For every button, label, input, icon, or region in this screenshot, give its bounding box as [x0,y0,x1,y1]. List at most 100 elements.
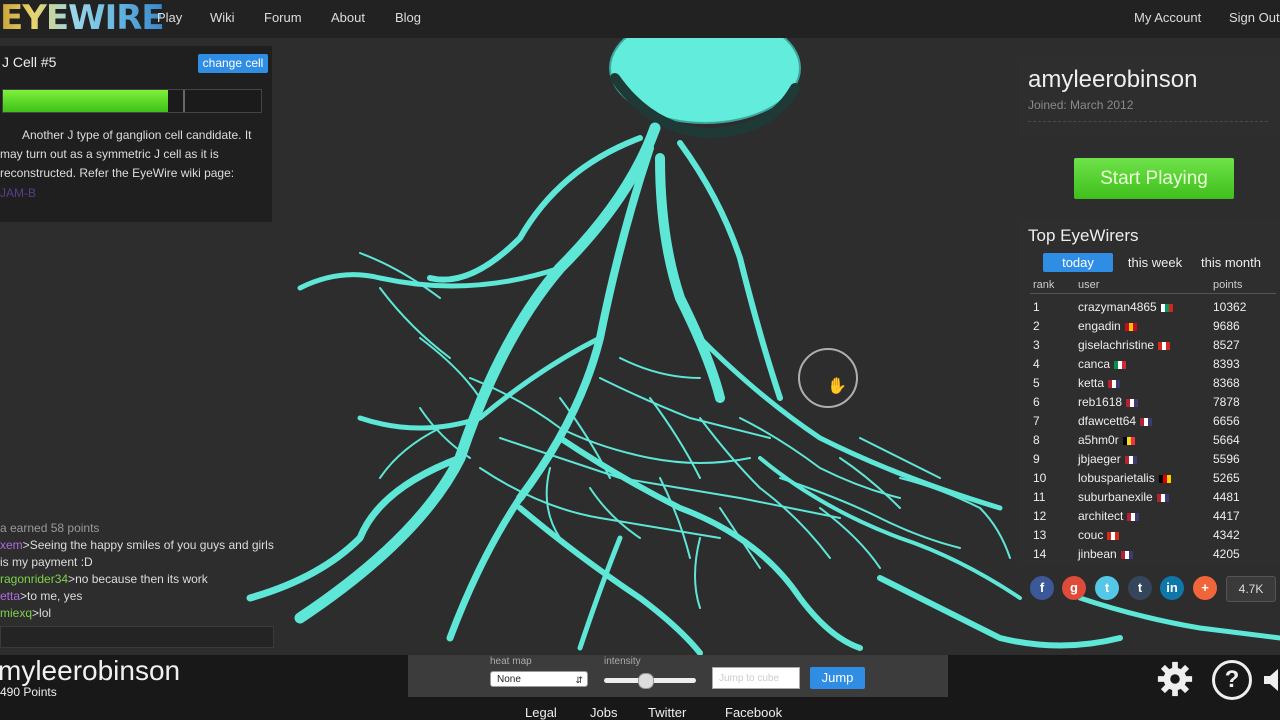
sign-out-link[interactable]: Sign Out [1229,10,1280,25]
row-rank: 6 [1033,395,1040,409]
row-rank: 14 [1033,547,1047,561]
leaderboard-row: 3 giselachristine 8527 [1018,338,1280,357]
chat-username[interactable]: xem [0,538,23,552]
chat-input[interactable] [0,626,274,648]
row-user[interactable]: a5hm0r [1078,433,1135,447]
row-user[interactable]: reb1618 [1078,395,1139,409]
chat-text: to me, yes [27,589,83,603]
header-points: points [1213,279,1243,291]
heatmap-select[interactable]: None ⇵ [490,671,588,687]
row-user[interactable]: dfawcett64 [1078,414,1153,428]
intensity-label: intensity [604,656,641,667]
nav-about[interactable]: About [331,10,365,25]
tab-this-month[interactable]: this month [1196,253,1266,272]
flag-icon [1120,550,1133,559]
row-user[interactable]: engadin [1078,319,1137,333]
row-user[interactable]: canca [1078,357,1127,371]
tab-this-week[interactable]: this week [1120,253,1190,272]
facebook-icon[interactable]: f [1030,576,1054,600]
row-rank: 11 [1033,490,1046,504]
leaderboard-row: 4 canca 8393 [1018,357,1280,376]
heatmap-label: heat map [490,656,532,667]
more-share-icon[interactable]: + [1193,576,1217,600]
row-points: 8393 [1213,357,1240,371]
row-rank: 10 [1033,471,1047,485]
profile-username[interactable]: amyleerobinson [1028,66,1197,94]
footer-facebook[interactable]: Facebook [725,705,782,720]
row-points: 10362 [1213,300,1247,314]
header-rank: rank [1033,279,1055,291]
eyewire-logo[interactable]: EYEWIRE [0,0,165,38]
my-account-link[interactable]: My Account [1134,10,1201,25]
leaderboard-row: 14 jinbean 4205 [1018,547,1280,566]
leaderboard-row: 9 jbjaeger 5596 [1018,452,1280,471]
row-points: 9686 [1213,319,1240,333]
nav-blog[interactable]: Blog [395,10,421,25]
chat-username[interactable]: miexq [0,606,32,620]
row-user[interactable]: lobusparietalis [1078,471,1171,485]
row-user[interactable]: crazyman4865 [1078,300,1173,314]
footer-jobs[interactable]: Jobs [590,705,617,720]
nav-forum[interactable]: Forum [264,10,302,25]
flag-icon [1160,303,1173,312]
user-profile-panel: amyleerobinson Joined: March 2012 [1018,58,1280,138]
cell-description: Another J type of ganglion cell candidat… [0,128,252,180]
leaderboard: Top EyeWirers today this week this month… [1018,220,1280,565]
flag-icon [1108,379,1121,388]
footer-twitter[interactable]: Twitter [648,705,686,720]
gear-icon[interactable] [1156,660,1194,698]
row-user[interactable]: suburbanexile [1078,490,1169,504]
chat-username[interactable]: ragonrider34 [0,572,68,586]
row-points: 5265 [1213,471,1240,485]
jump-to-cube-input[interactable]: Jump to cube [712,667,800,689]
help-icon[interactable]: ? [1212,660,1252,700]
chat-message: xem>Seeing the happy smiles of you guys … [0,538,274,569]
intensity-slider[interactable] [604,673,696,689]
row-points: 8368 [1213,376,1240,390]
row-points: 4342 [1213,528,1240,542]
joined-date: Joined: March 2012 [1028,98,1134,112]
row-user[interactable]: architect [1078,509,1140,523]
header-user: user [1078,279,1100,291]
row-user[interactable]: jbjaeger [1078,452,1137,466]
row-user[interactable]: couc [1078,528,1120,542]
leaderboard-row: 13 couc 4342 [1018,528,1280,547]
row-points: 7878 [1213,395,1240,409]
row-user[interactable]: ketta [1078,376,1121,390]
change-cell-button[interactable]: change cell [198,54,268,73]
flag-icon [1107,531,1120,540]
row-user[interactable]: giselachristine [1078,338,1171,352]
linkedin-icon[interactable]: in [1160,576,1184,600]
flag-icon [1127,512,1140,521]
leaderboard-row: 8 a5hm0r 5664 [1018,433,1280,452]
cell-progress-fill [3,90,169,112]
cell-title: J Cell #5 [2,54,57,70]
bottom-username: myleerobinson [0,655,181,686]
row-points: 4417 [1213,509,1240,523]
jump-button[interactable]: Jump [810,667,865,689]
top-navigation: EYEWIRE Play Wiki Forum About Blog My Ac… [0,0,1280,38]
row-rank: 12 [1033,509,1047,523]
chat-text: no because then its work [75,572,208,586]
row-user[interactable]: jinbean [1078,547,1133,561]
wiki-link[interactable]: JAM-B [0,186,36,200]
chat-username[interactable]: etta [0,589,20,603]
google-plus-icon[interactable]: g [1062,576,1086,600]
chat-message: etta>to me, yes [0,589,83,603]
nav-play[interactable]: Play [157,10,182,25]
twitter-icon[interactable]: t [1095,576,1119,600]
row-points: 5596 [1213,452,1240,466]
tumblr-icon[interactable]: t [1128,576,1152,600]
chat-system-message: a earned 58 points [0,521,100,535]
speaker-icon[interactable] [1262,667,1280,693]
row-rank: 9 [1033,452,1040,466]
flag-icon [1158,341,1171,350]
footer-legal[interactable]: Legal [525,705,557,720]
start-playing-button[interactable]: Start Playing [1074,158,1234,199]
leaderboard-row: 1 crazyman4865 10362 [1018,300,1280,319]
tab-today[interactable]: today [1043,253,1113,272]
row-points: 4481 [1213,490,1240,504]
nav-wiki[interactable]: Wiki [210,10,235,25]
slider-handle[interactable] [638,673,655,689]
hand-cursor-icon: ✋ [827,378,847,395]
